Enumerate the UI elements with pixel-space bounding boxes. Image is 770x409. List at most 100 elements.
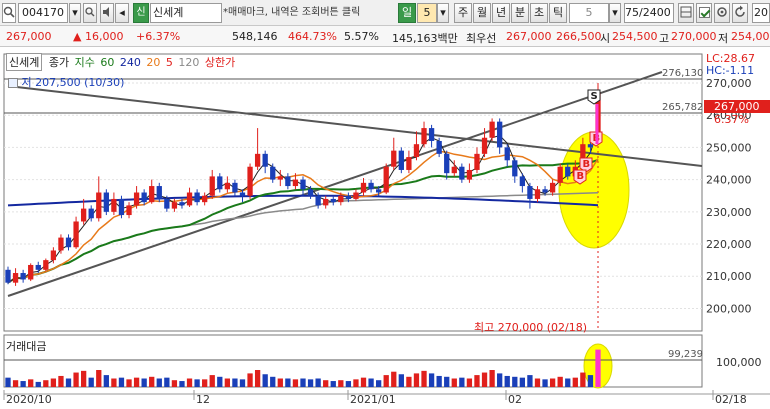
candle-body [35,264,41,270]
stock-chart[interactable]: 200,000 210,000 220,000 230,000 240,000 250,0… [0,48,770,409]
candle-body [466,169,473,180]
price-chart-svg[interactable]: 200,000 210,000 220,000 230,000 240,000 250,0… [0,48,770,409]
volume-bar [12,380,19,387]
low-note-text: 저 207,500 (10/30) [21,76,125,89]
candle-body [527,186,533,199]
volume-bar [406,376,412,387]
period-tab-week-label: 주 [457,6,469,19]
volume-bar [330,381,336,387]
speaker-icon[interactable] [100,3,114,23]
code-dropdown-icon[interactable]: ▾ [69,3,81,23]
volume-bar [307,379,314,387]
candle-body [292,179,299,187]
volume-bar [375,380,382,387]
volume-bar [512,376,518,387]
price-badge-text: 267,000 [714,100,760,113]
x-tick-label: 2021/01 [350,393,396,406]
chart-legend: 신세계 종가 지수 60 240 20 5 120 상한가 [6,53,235,71]
volume-bar [504,375,510,387]
candle-body [111,198,117,212]
period-tab-week[interactable]: 주 [454,3,472,23]
trade-mark-letter: S [591,91,598,102]
stock-code: 004170 [22,6,64,19]
refresh-icon[interactable] [732,3,748,23]
volume-bar [534,378,541,387]
candle-body [285,176,291,187]
candle-body [20,273,26,280]
volume-bar [88,377,94,387]
checkbox-toggle[interactable] [696,3,712,23]
volume-bar [481,372,488,387]
settings-icon[interactable] [714,3,730,23]
candle-body [413,144,420,158]
range-field[interactable]: 75/2400 [624,3,674,23]
volume-bar [247,373,253,387]
x-tick-label: 02/18 [715,393,747,406]
candle-body [217,176,223,190]
volume-bar [65,378,72,387]
candle-body [186,192,193,206]
y-tick-label: 270,000 [706,77,752,90]
stock-code-input[interactable]: 004170 [18,3,68,23]
volume-bar [595,349,601,387]
volume-bar [436,375,442,387]
check-icon [698,6,710,18]
period-tab-second[interactable]: 초 [530,3,548,23]
y-tick-label: 250,000 [706,141,752,154]
volume-bar [391,371,397,387]
x-tick-label: 2020/10 [6,393,52,406]
stock-name: 신세계 [153,6,184,19]
volume-bar [179,381,185,387]
candle-body [247,166,253,196]
period-day-tab[interactable]: 일 [398,3,416,23]
volume-bar [126,379,132,387]
bid-price: 266,500 [556,30,602,43]
stock-name-field[interactable]: 신세계 [150,3,222,23]
period-tab-month[interactable]: 월 [473,3,491,23]
search-icon[interactable] [2,3,16,23]
upper-level-label: 276,130 [662,68,703,79]
period-tab-tick[interactable]: 틱 [549,3,567,23]
volume-bar [73,372,79,387]
tick-value-select[interactable]: 5 [569,3,609,23]
right-value-field[interactable]: 20 [752,3,770,23]
volume-level-label: 99,239 [668,349,703,360]
volume-bar [58,375,64,387]
candle-body [73,221,79,248]
legend-title[interactable]: 신세계 [6,53,43,71]
volume-bar [383,375,389,387]
period-tab-year[interactable]: 년 [492,3,510,23]
period-tab-year-label: 년 [495,6,507,19]
y-tick-label: 210,000 [706,270,752,283]
period-tab-minute[interactable]: 분 [511,3,529,23]
arrow-icon[interactable]: ◂ [115,3,129,23]
candle-body [428,128,435,141]
toolbar: 004170 ▾ ◂ 신 신세계 *매매마크, 내역은 조회버튼 클릭 일 5 … [0,0,770,26]
candle-body [209,176,215,196]
volume-bar [338,380,344,387]
candle-body [239,192,246,196]
tick-dropdown-icon[interactable]: ▾ [609,3,621,23]
name-badge: 신 [133,3,149,23]
data-icon[interactable] [678,3,694,23]
volume-bar [580,372,586,387]
pct-badge-text: 6.37% [714,113,749,126]
low-label: 저 [718,32,729,45]
candle-body [398,150,404,170]
volume-bar [224,378,231,387]
period-value-select[interactable]: 5 [417,3,437,23]
candle-body [459,166,465,180]
candle-body [474,153,480,170]
ask-label: 최우선 [466,32,497,45]
candle-body [232,182,238,193]
volume-bar [565,378,571,387]
period-dropdown-icon[interactable]: ▾ [437,3,449,23]
candle-body [96,192,102,219]
volume-pct: 464.73% [288,30,337,43]
volume-title: 거래대금 [6,340,47,353]
search-small-icon[interactable] [83,3,97,23]
candle-body [534,189,541,199]
volume-bar [80,370,87,387]
x-tick-label: 02 [508,393,522,406]
candle-body [497,121,503,148]
